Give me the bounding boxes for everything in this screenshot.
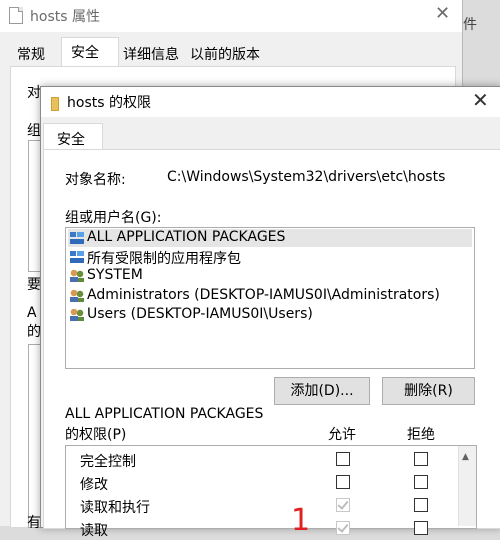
permission-row-read-execute: 读取和执行 <box>66 494 458 516</box>
tab-security[interactable]: 安全 <box>71 42 99 62</box>
user-name: 所有受限制的应用程序包 <box>87 251 241 267</box>
deny-checkbox[interactable] <box>414 475 428 489</box>
group-user-label: 组或用户名(G): <box>65 210 162 226</box>
deny-checkbox[interactable] <box>414 452 428 466</box>
dialog-title-bar: hosts 的权限 ✕ <box>41 87 500 117</box>
bg-right-text-fragment: 件 <box>463 17 477 33</box>
allow-column-header: 允许 <box>328 427 356 443</box>
file-icon <box>9 7 23 24</box>
allow-checkbox-checked-disabled <box>336 521 350 535</box>
user-name: ALL APPLICATION PACKAGES <box>87 229 286 245</box>
users-group-icon <box>70 309 84 321</box>
permissions-for-label-suffix: 的权限(P) <box>65 427 127 443</box>
tab-security-label: 安全 <box>57 132 85 148</box>
background-close-icon[interactable]: ✕ <box>435 3 450 24</box>
bg-text-fragment: 要 <box>27 277 41 293</box>
deny-column-header: 拒绝 <box>407 427 435 443</box>
allow-checkbox[interactable] <box>336 475 350 489</box>
group-user-list[interactable]: ALL APPLICATION PACKAGES 所有受限制的应用程序包 SYS… <box>65 227 475 369</box>
allow-checkbox-checked-disabled <box>336 498 350 512</box>
user-row-restricted-packages[interactable]: 所有受限制的应用程序包 <box>68 248 472 267</box>
permissions-dialog: hosts 的权限 ✕ 安全 对象名称: C:\Windows\System32… <box>40 86 500 539</box>
user-name: Administrators (DESKTOP-IAMUS0I\Administ… <box>87 287 440 303</box>
tab-previous-versions[interactable]: 以前的版本 <box>190 44 260 64</box>
bg-text-fragment: A <box>27 305 37 321</box>
tab-security[interactable]: 安全 <box>43 123 103 150</box>
users-group-icon <box>70 270 84 282</box>
user-name: SYSTEM <box>87 267 143 283</box>
permission-label: 修改 <box>80 477 108 493</box>
package-group-icon <box>70 232 84 244</box>
bg-text-fragment: 的 <box>27 324 41 340</box>
remove-button[interactable]: 删除(R) <box>382 377 475 405</box>
allow-checkbox[interactable] <box>336 452 350 466</box>
scroll-up-arrow-icon[interactable]: ▲ <box>462 452 469 462</box>
permission-list: 完全控制 修改 读取和执行 读取 ▲ <box>65 445 477 539</box>
user-row-users[interactable]: Users (DESKTOP-IAMUS0I\Users) <box>68 306 472 324</box>
dialog-title: hosts 的权限 <box>67 95 151 111</box>
background-title-bar: hosts 属性 ✕ <box>0 0 462 32</box>
object-name-value: C:\Windows\System32\drivers\etc\hosts <box>167 169 446 185</box>
permission-row-full-control: 完全控制 <box>66 448 458 470</box>
user-row-all-application-packages[interactable]: ALL APPLICATION PACKAGES <box>68 229 472 247</box>
user-name: Users (DESKTOP-IAMUS0I\Users) <box>87 306 313 322</box>
tab-details[interactable]: 详细信息 <box>123 44 179 64</box>
annotation-number-marker: 1 <box>291 503 311 538</box>
user-row-system[interactable]: SYSTEM <box>68 267 472 285</box>
users-group-icon <box>70 290 84 302</box>
bg-text-fragment: 有 <box>27 515 41 531</box>
user-row-administrators[interactable]: Administrators (DESKTOP-IAMUS0I\Administ… <box>68 287 472 305</box>
bg-text-fragment: 组 <box>27 123 41 139</box>
add-button[interactable]: 添加(D)... <box>274 377 370 405</box>
permission-label: 读取 <box>80 523 108 539</box>
deny-checkbox[interactable] <box>414 498 428 512</box>
tab-general[interactable]: 常规 <box>17 44 45 64</box>
object-name-label: 对象名称: <box>65 172 126 188</box>
permission-label: 完全控制 <box>80 454 136 470</box>
deny-checkbox[interactable] <box>414 521 428 535</box>
folder-icon <box>51 97 59 111</box>
background-window-title: hosts 属性 <box>30 9 100 25</box>
bg-text-fragment: 对 <box>27 85 41 101</box>
permission-row-modify: 修改 <box>66 471 458 493</box>
permissions-for-label: ALL APPLICATION PACKAGES <box>65 406 264 422</box>
package-group-icon <box>70 251 84 263</box>
permission-row-read: 读取 <box>66 517 458 539</box>
permission-label: 读取和执行 <box>80 500 150 516</box>
close-icon[interactable]: ✕ <box>472 88 489 112</box>
